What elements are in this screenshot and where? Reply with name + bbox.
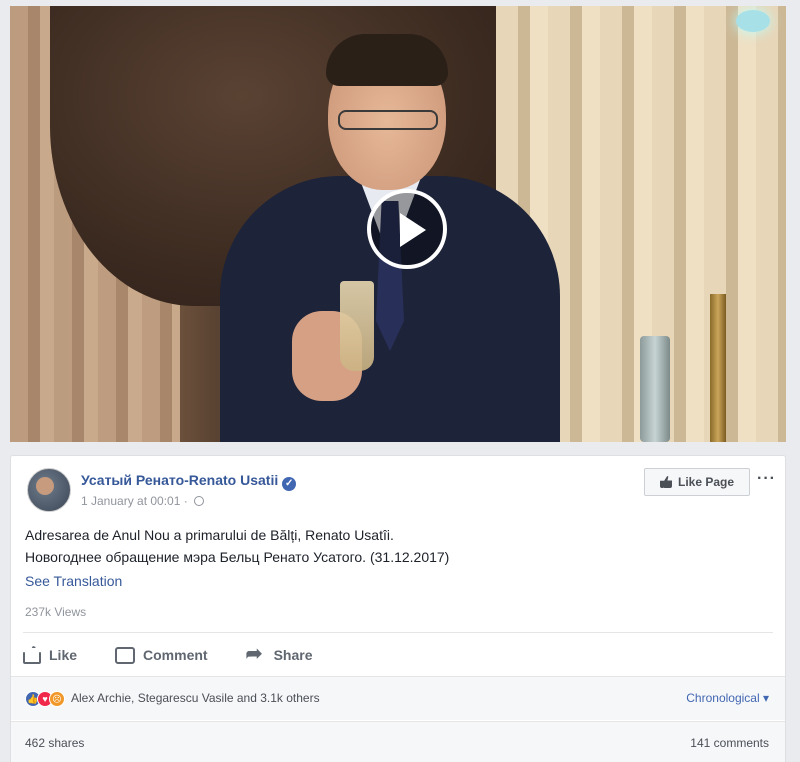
like-page-button[interactable]: Like Page <box>644 468 750 496</box>
champagne-glass <box>340 281 374 371</box>
reaction-names[interactable]: Alex Archie, Stegarescu Vasile and 3.1k … <box>71 691 320 705</box>
action-bar: Like Comment Share <box>23 636 313 674</box>
share-button[interactable]: Share <box>246 641 313 666</box>
globe-icon <box>194 496 205 506</box>
video-player[interactable] <box>10 6 786 442</box>
play-icon <box>400 213 426 247</box>
comment-button[interactable]: Comment <box>115 646 208 664</box>
post-date[interactable]: 1 January at 00:01 <box>81 494 180 508</box>
comment-bubble-icon <box>115 646 136 664</box>
post-text: Adresarea de Anul Nou a primarului de Bă… <box>25 524 449 568</box>
divider <box>23 632 773 633</box>
angry-reaction-icon[interactable]: ☹ <box>49 691 65 707</box>
comment-sort-dropdown[interactable]: Chronological ▾ <box>686 691 769 705</box>
see-translation-link[interactable]: See Translation <box>25 573 122 589</box>
like-button[interactable]: Like <box>23 646 77 664</box>
page-name-link[interactable]: Усатый Ренато-Renato Usatii ✓ <box>81 472 297 491</box>
post-meta: 1 January at 00:01 · <box>81 494 205 508</box>
shares-count[interactable]: 462 shares <box>25 736 84 750</box>
comments-count[interactable]: 141 comments <box>690 736 769 750</box>
person-hair <box>326 34 448 86</box>
page-name[interactable]: Усатый Ренато-Renato Usatii <box>81 472 278 488</box>
post-text-line-1: Adresarea de Anul Nou a primarului de Bă… <box>25 527 394 543</box>
comment-label: Comment <box>143 647 208 663</box>
reactions-row: 👍 ♥ ☹ Alex Archie, Stegarescu Vasile and… <box>11 676 785 720</box>
view-count: 237k Views <box>25 605 87 619</box>
thumbs-up-icon <box>659 476 672 488</box>
avatar[interactable] <box>27 468 71 512</box>
like-label: Like <box>49 647 78 663</box>
play-button[interactable] <box>367 189 447 269</box>
verified-badge-icon: ✓ <box>282 477 297 491</box>
thumbs-up-icon <box>23 646 41 664</box>
meta-separator: · <box>183 494 188 508</box>
post-text-line-2: Новогоднее обращение мэра Бельц Ренато У… <box>25 549 450 565</box>
post-card: Усатый Ренато-Renato Usatii ✓ 1 January a… <box>10 455 786 762</box>
video-frame-lamp <box>736 10 770 32</box>
like-page-label: Like Page <box>677 475 735 489</box>
more-options-icon[interactable]: ··· <box>757 470 776 488</box>
video-frame-vase <box>640 336 670 442</box>
person-glasses <box>338 110 438 130</box>
share-label: Share <box>273 647 313 663</box>
video-frame-candlestick <box>710 294 726 442</box>
share-arrow-icon <box>246 641 266 666</box>
stats-row: 462 shares 141 comments <box>11 721 785 762</box>
